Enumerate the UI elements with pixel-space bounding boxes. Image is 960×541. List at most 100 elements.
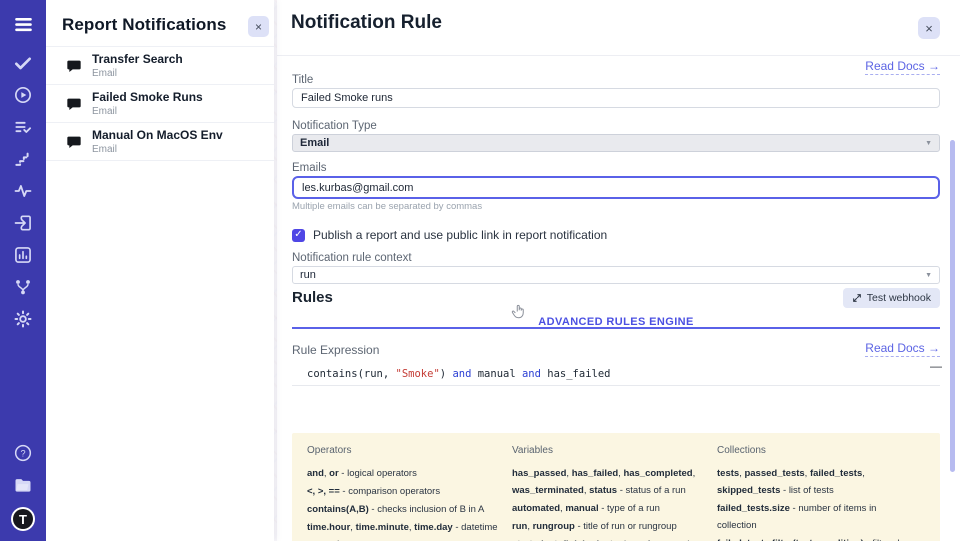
list-check-icon[interactable] <box>13 117 33 137</box>
chevron-down-icon: ▼ <box>925 272 932 279</box>
code-token: ) <box>440 368 453 380</box>
help-entry: started_at, finished_at - time of start … <box>512 536 703 541</box>
collections-heading: Collections <box>717 445 914 456</box>
rules-row: Rules Test webhook <box>292 288 940 307</box>
notification-list-item[interactable]: Failed Smoke RunsEmail <box>46 85 274 123</box>
publish-checkbox-label: Publish a report and use public link in … <box>313 228 607 242</box>
close-icon: × <box>925 22 933 35</box>
code-token: has_failed <box>541 368 611 380</box>
chat-bubble-icon <box>66 96 82 112</box>
play-circle-icon[interactable] <box>13 85 33 105</box>
notification-item-title: Manual On MacOS Env <box>92 128 223 143</box>
emails-helper-text: Multiple emails can be separated by comm… <box>292 201 940 212</box>
app-logo-letter: T <box>13 509 33 529</box>
help-entry: time.hour, time.minute, time.day - datet… <box>307 519 498 541</box>
vertical-scrollbar[interactable] <box>950 140 955 472</box>
activity-icon[interactable] <box>13 181 33 201</box>
notification-item-title: Transfer Search <box>92 52 183 67</box>
code-token: "Smoke" <box>396 368 440 380</box>
notification-item-subtitle: Email <box>92 105 203 118</box>
type-field-label: Notification Type <box>292 120 940 132</box>
branch-icon[interactable] <box>13 277 33 297</box>
expression-help-box: Operators and, or - logical operators<, … <box>292 433 940 541</box>
code-token: manual <box>471 368 522 380</box>
notification-list-item[interactable]: Transfer SearchEmail <box>46 47 274 85</box>
help-entry: has_passed, has_failed, has_completed, w… <box>512 465 703 499</box>
sidebar-icons-bottom: ? <box>13 443 33 507</box>
app-sidebar: ? T <box>0 0 46 541</box>
help-entry: and, or - logical operators <box>307 465 498 482</box>
help-entry: failed_tests.filter(test, condition) - f… <box>717 535 914 541</box>
context-select[interactable]: run ▼ <box>292 266 940 284</box>
bar-chart-icon[interactable] <box>13 245 33 265</box>
help-entry: automated, manual - type of a run <box>512 500 703 517</box>
context-field-label: Notification rule context <box>292 252 940 264</box>
rules-heading: Rules <box>292 289 333 306</box>
notification-item-text: Transfer SearchEmail <box>92 52 183 80</box>
notification-rule-panel: Notification Rule × Read Docs → Title No… <box>277 0 960 541</box>
emails-input[interactable] <box>292 176 940 199</box>
help-entry: failed_tests.size - number of items in c… <box>717 500 914 534</box>
chat-bubble-icon <box>66 134 82 150</box>
context-value: run <box>300 269 316 281</box>
check-icon: ✓ <box>294 230 302 240</box>
help-entry: run, rungroup - title of run or rungroup <box>512 518 703 535</box>
test-webhook-label: Test webhook <box>867 292 931 304</box>
notification-item-title: Failed Smoke Runs <box>92 90 203 105</box>
panel-title: Report Notifications <box>62 15 244 35</box>
steps-icon[interactable] <box>13 149 33 169</box>
help-icon[interactable]: ? <box>13 443 33 463</box>
notification-type-select[interactable]: Email ▼ <box>292 134 940 152</box>
dialog-close-button[interactable]: × <box>918 17 940 39</box>
read-docs-link[interactable]: Read Docs → <box>865 59 940 75</box>
panel-close-button[interactable]: × <box>248 16 269 37</box>
publish-checkbox-row: ✓ Publish a report and use public link i… <box>292 228 940 242</box>
notification-list: Transfer SearchEmailFailed Smoke RunsEma… <box>46 46 274 161</box>
folder-icon[interactable] <box>13 475 33 495</box>
code-line[interactable]: contains(run, "Smoke") and manual and ha… <box>292 365 940 386</box>
code-token: and <box>522 368 541 380</box>
publish-checkbox[interactable]: ✓ <box>292 229 305 242</box>
chat-bubble-icon <box>66 58 82 74</box>
operators-heading: Operators <box>307 445 498 456</box>
editor-fold-icon[interactable]: — <box>930 359 942 373</box>
test-webhook-button[interactable]: Test webhook <box>843 288 940 308</box>
title-field-label: Title <box>292 74 940 86</box>
title-input[interactable] <box>292 88 940 108</box>
rule-expression-label: Rule Expression <box>292 343 379 357</box>
code-token: and <box>452 368 471 380</box>
rules-tabs: ADVANCED RULES ENGINE <box>292 312 940 324</box>
variables-heading: Variables <box>512 445 703 456</box>
page-title: Notification Rule <box>291 12 442 34</box>
help-entry: tests, passed_tests, failed_tests, skipp… <box>717 465 914 499</box>
menu-icon[interactable] <box>13 14 34 35</box>
code-token: contains(run, <box>307 368 396 380</box>
notification-rule-header: Notification Rule × <box>277 0 960 56</box>
help-col-variables: Variables has_passed, has_failed, has_co… <box>512 445 717 541</box>
gear-icon[interactable] <box>13 309 33 329</box>
emails-field-label: Emails <box>292 162 940 174</box>
report-notifications-header: Report Notifications × <box>46 0 274 46</box>
notification-item-subtitle: Email <box>92 143 223 156</box>
webhook-arrows-icon <box>852 293 862 303</box>
help-col-collections: Collections tests, passed_tests, failed_… <box>717 445 928 541</box>
close-icon: × <box>255 21 262 33</box>
app-logo[interactable]: T <box>11 507 35 531</box>
notification-item-text: Manual On MacOS EnvEmail <box>92 128 223 156</box>
expression-read-docs-link[interactable]: Read Docs → <box>865 341 940 357</box>
notification-rule-content: Read Docs → Title Notification Type Emai… <box>277 55 960 541</box>
sign-in-icon[interactable] <box>13 213 33 233</box>
check-icon[interactable] <box>13 53 33 73</box>
help-entry: contains(A,B) - checks inclusion of B in… <box>307 501 498 518</box>
read-docs-row: Read Docs → <box>292 57 940 71</box>
notification-type-value: Email <box>300 137 329 149</box>
help-col-operators: Operators and, or - logical operators<, … <box>307 445 512 541</box>
svg-text:?: ? <box>20 448 25 458</box>
notification-list-item[interactable]: Manual On MacOS EnvEmail <box>46 123 274 161</box>
rule-expression-row: Rule Expression Read Docs → <box>292 343 940 357</box>
sidebar-icons-top <box>13 14 34 341</box>
notification-item-subtitle: Email <box>92 67 183 80</box>
tab-advanced-rules-engine[interactable]: ADVANCED RULES ENGINE <box>538 316 694 328</box>
rule-expression-editor[interactable]: contains(run, "Smoke") and manual and ha… <box>292 365 940 427</box>
report-notifications-panel: Report Notifications × Transfer SearchEm… <box>46 0 274 541</box>
